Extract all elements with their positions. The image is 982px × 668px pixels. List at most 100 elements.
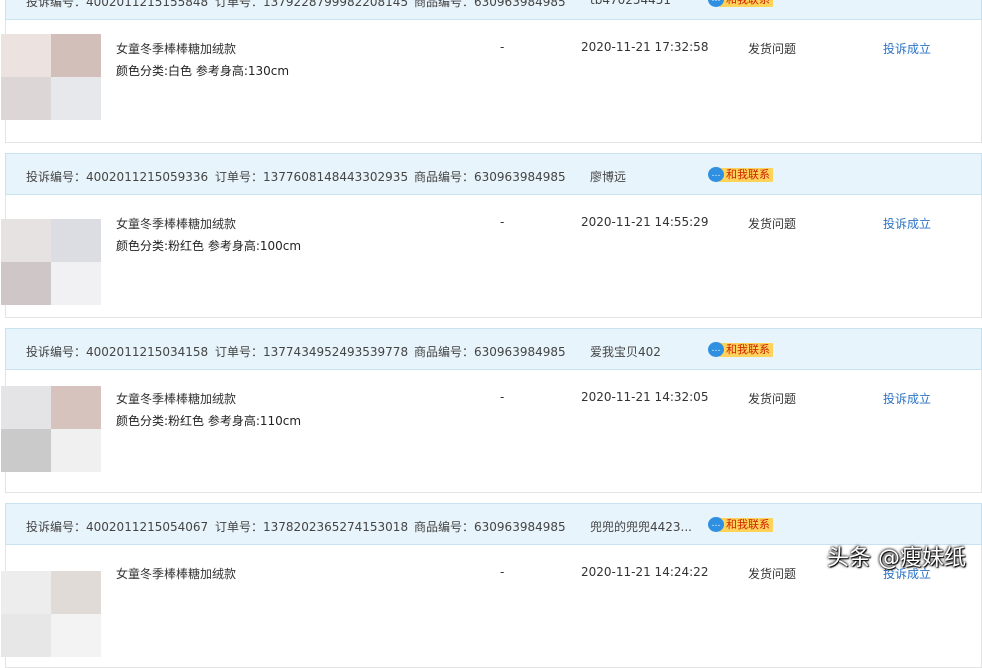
complaint-time: 2020-11-21 14:24:22 bbox=[581, 565, 709, 579]
thumbnail-tile bbox=[51, 34, 101, 77]
complaint-id-label: 投诉编号： bbox=[26, 170, 87, 184]
product-id-value: 630963984985 bbox=[474, 345, 566, 359]
order-id-value: 1378202365274153018 bbox=[263, 520, 409, 534]
complaint-id-label: 投诉编号： bbox=[26, 520, 87, 534]
quantity-value: - bbox=[500, 565, 505, 579]
complaint-record: 投诉编号：4002011215059336 订单号：137760814844330… bbox=[1, 153, 982, 318]
order-id-label: 订单号： bbox=[215, 520, 264, 534]
order-id-label: 订单号： bbox=[215, 0, 264, 9]
quantity-value: - bbox=[500, 215, 505, 229]
product-title[interactable]: 女童冬季棒棒糖加绒款 bbox=[116, 390, 236, 407]
complaint-status-link[interactable]: 投诉成立 bbox=[883, 40, 931, 57]
thumbnail-tile bbox=[1, 386, 51, 429]
thumbnail-tile bbox=[1, 614, 51, 657]
order-id-label: 订单号： bbox=[215, 170, 264, 184]
product-thumbnail[interactable] bbox=[1, 219, 106, 305]
thumbnail-tile bbox=[51, 429, 101, 472]
product-title[interactable]: 女童冬季棒棒糖加绒款 bbox=[116, 215, 236, 232]
quantity-value: - bbox=[500, 40, 505, 54]
complaint-time: 2020-11-21 17:32:58 bbox=[581, 40, 709, 54]
product-id-value: 630963984985 bbox=[474, 520, 566, 534]
product-attributes: 颜色分类:白色 参考身高:130cm bbox=[116, 64, 290, 78]
product-id-value: 630963984985 bbox=[474, 170, 566, 184]
thumbnail-tile bbox=[51, 614, 101, 657]
watermark-text: 头条 @瘦妹纸 bbox=[827, 546, 966, 571]
product-id: 商品编号：630963984985 bbox=[414, 0, 566, 10]
thumbnail-tile bbox=[51, 77, 101, 120]
product-id-value: 630963984985 bbox=[474, 0, 566, 9]
buyer-name: 兜兜的兜兜4423... bbox=[590, 520, 692, 534]
complaint-id: 投诉编号：4002011215155848 bbox=[26, 0, 208, 10]
record-header: 投诉编号：4002011215034158 订单号：137743495249353… bbox=[5, 328, 982, 370]
complaint-id-value: 4002011215054067 bbox=[86, 520, 209, 534]
product-id-label: 商品编号： bbox=[414, 345, 475, 359]
complaint-id-label: 投诉编号： bbox=[26, 0, 87, 9]
thumbnail-tile bbox=[1, 429, 51, 472]
product-thumbnail[interactable] bbox=[1, 34, 106, 120]
record-header: 投诉编号：4002011215059336 订单号：137760814844330… bbox=[5, 153, 982, 195]
complaint-id-value: 4002011215059336 bbox=[86, 170, 209, 184]
contact-me-label: 和我联系 bbox=[719, 168, 773, 182]
product-id-label: 商品编号： bbox=[414, 170, 475, 184]
thumbnail-tile bbox=[51, 386, 101, 429]
thumbnail-tile bbox=[1, 77, 51, 120]
chat-bubble-icon: … bbox=[708, 342, 724, 357]
quantity-value: - bbox=[500, 390, 505, 404]
product-title[interactable]: 女童冬季棒棒糖加绒款 bbox=[116, 40, 236, 57]
product-attributes: 颜色分类:粉红色 参考身高:100cm bbox=[116, 239, 302, 253]
complaint-time: 2020-11-21 14:55:29 bbox=[581, 215, 709, 229]
thumbnail-tile bbox=[1, 262, 51, 305]
chat-bubble-icon: … bbox=[708, 517, 724, 532]
complaint-id: 投诉编号：4002011215054067 bbox=[26, 518, 208, 535]
order-id: 订单号：1379228799982208145 bbox=[215, 0, 408, 10]
record-header: 投诉编号：4002011215155848 订单号：137922879998220… bbox=[5, 0, 982, 20]
complaint-id-label: 投诉编号： bbox=[26, 345, 87, 359]
thumbnail-tile bbox=[1, 34, 51, 77]
thumbnail-tile bbox=[51, 219, 101, 262]
thumbnail-tile bbox=[1, 219, 51, 262]
thumbnail-tile bbox=[1, 571, 51, 614]
complaint-id: 投诉编号：4002011215034158 bbox=[26, 343, 208, 360]
buyer-name: tb470254451 bbox=[590, 0, 672, 7]
product-id-label: 商品编号： bbox=[414, 0, 475, 9]
complaint-reason: 发货问题 bbox=[748, 217, 797, 231]
complaint-status-link[interactable]: 投诉成立 bbox=[883, 215, 931, 232]
contact-me-label: 和我联系 bbox=[719, 0, 773, 7]
complaint-reason: 发货问题 bbox=[748, 392, 797, 406]
product-thumbnail[interactable] bbox=[1, 571, 106, 657]
contact-me-label: 和我联系 bbox=[719, 343, 773, 357]
thumbnail-tile bbox=[51, 571, 101, 614]
order-id-label: 订单号： bbox=[215, 345, 264, 359]
complaint-reason: 发货问题 bbox=[748, 567, 797, 581]
record-header: 投诉编号：4002011215054067 订单号：137820236527415… bbox=[5, 503, 982, 545]
complaint-status-link[interactable]: 投诉成立 bbox=[883, 390, 931, 407]
product-id: 商品编号：630963984985 bbox=[414, 518, 566, 535]
product-attributes: 颜色分类:粉红色 参考身高:110cm bbox=[116, 414, 302, 428]
buyer-name: 爱我宝贝402 bbox=[590, 345, 661, 359]
order-id-value: 1377434952493539778 bbox=[263, 345, 409, 359]
product-id: 商品编号：630963984985 bbox=[414, 343, 566, 360]
contact-me-label: 和我联系 bbox=[719, 518, 773, 532]
record-body: 女童冬季棒棒糖加绒款颜色分类:粉红色 参考身高:100cm - 2020-11-21… bbox=[1, 195, 982, 318]
product-thumbnail[interactable] bbox=[1, 386, 106, 472]
order-id: 订单号：1377434952493539778 bbox=[215, 343, 408, 360]
thumbnail-tile bbox=[51, 262, 101, 305]
record-body: 女童冬季棒棒糖加绒款颜色分类:粉红色 参考身高:110cm - 2020-11-21… bbox=[1, 370, 982, 493]
complaint-time: 2020-11-21 14:32:05 bbox=[581, 390, 709, 404]
complaint-id-value: 4002011215155848 bbox=[86, 0, 209, 9]
complaint-id-value: 4002011215034158 bbox=[86, 345, 209, 359]
chat-bubble-icon: … bbox=[708, 167, 724, 182]
order-id-value: 1377608148443302935 bbox=[263, 170, 409, 184]
order-id: 订单号：1378202365274153018 bbox=[215, 518, 408, 535]
complaint-id: 投诉编号：4002011215059336 bbox=[26, 168, 208, 185]
buyer-name: 廖博远 bbox=[590, 170, 627, 184]
product-id-label: 商品编号： bbox=[414, 520, 475, 534]
complaint-record: 投诉编号：4002011215155848 订单号：137922879998220… bbox=[1, 0, 982, 143]
complaint-list: 投诉编号：4002011215155848 订单号：137922879998220… bbox=[0, 0, 982, 668]
complaint-record: 投诉编号：4002011215034158 订单号：137743495249353… bbox=[1, 328, 982, 493]
order-id-value: 1379228799982208145 bbox=[263, 0, 409, 9]
record-body: 女童冬季棒棒糖加绒款颜色分类:白色 参考身高:130cm - 2020-11-21 … bbox=[1, 20, 982, 143]
product-title[interactable]: 女童冬季棒棒糖加绒款 bbox=[116, 565, 236, 582]
complaint-record: 投诉编号：4002011215054067 订单号：137820236527415… bbox=[1, 503, 982, 668]
product-id: 商品编号：630963984985 bbox=[414, 168, 566, 185]
